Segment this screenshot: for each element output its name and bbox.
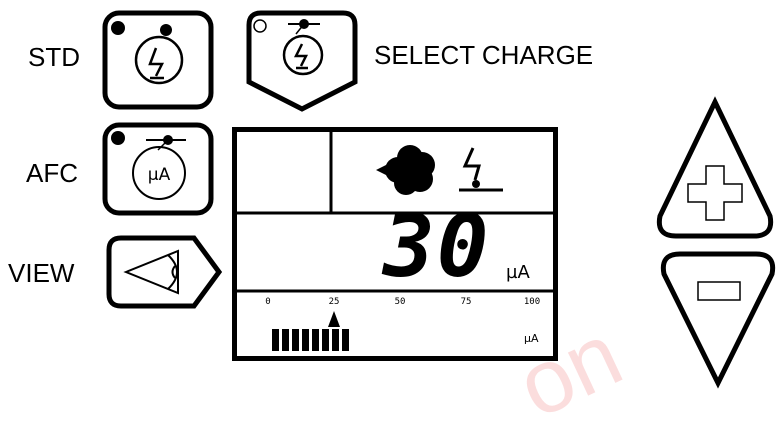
bar-segment [312, 329, 319, 351]
svg-text:µA: µA [148, 165, 171, 185]
scale-tick-label: 0 [265, 297, 270, 307]
std-label: STD [28, 42, 80, 72]
select-charge-label: SELECT CHARGE [374, 40, 594, 70]
current-value: 30 [383, 197, 491, 297]
afc-button[interactable]: µA [102, 122, 214, 216]
std-button[interactable] [102, 10, 214, 110]
view-button[interactable] [106, 235, 224, 309]
minus-button[interactable] [660, 251, 776, 389]
view-label: VIEW [8, 258, 75, 288]
bar-segment [332, 329, 339, 351]
bar-segment [322, 329, 329, 351]
bar-segment [272, 329, 279, 351]
minus-icon [660, 251, 776, 389]
current-unit: µA [506, 262, 530, 283]
bar-segment [302, 329, 309, 351]
scale-tick-label: 75 [461, 297, 472, 307]
scale-tick-label: 25 [329, 297, 340, 307]
plus-button[interactable] [656, 96, 774, 240]
plus-icon [656, 96, 774, 239]
lightning-circle-icon [102, 10, 214, 110]
scale-tick-label: 100 [524, 297, 540, 307]
lightning-ground-icon [459, 147, 503, 192]
lightning-selector-icon [246, 10, 358, 112]
select-charge-button[interactable] [246, 10, 358, 112]
eye-icon [106, 235, 223, 309]
bar-segment [342, 329, 349, 351]
bar-segment [292, 329, 299, 351]
afc-label: AFC [26, 158, 78, 188]
cloud-icon [376, 145, 435, 195]
microamp-circle-icon: µA [102, 122, 214, 216]
bar-segment [282, 329, 289, 351]
scale-tick-label: 50 [395, 297, 406, 307]
level-pointer [328, 311, 340, 327]
current-bargraph: 0 25 50 75 100 [265, 297, 540, 351]
